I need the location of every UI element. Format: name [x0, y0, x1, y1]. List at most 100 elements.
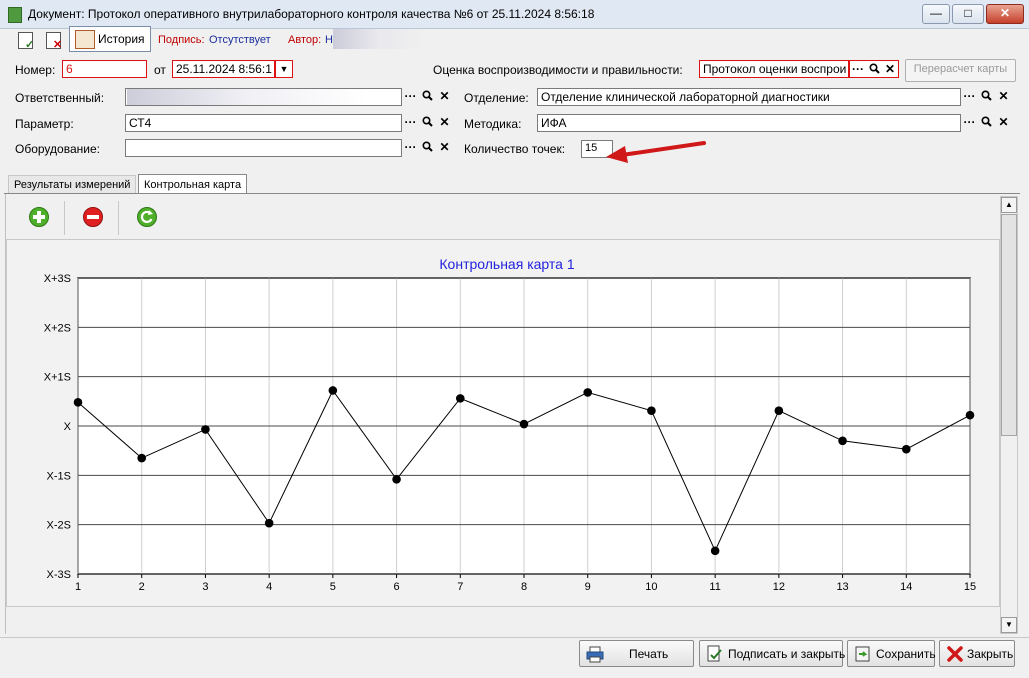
equipment-clear-icon[interactable]: ✕ [436, 139, 453, 157]
department-clear-icon[interactable]: ✕ [995, 88, 1012, 106]
toolbar-separator [64, 201, 65, 235]
assessment-search-icon[interactable] [866, 61, 882, 79]
data-point[interactable] [137, 453, 147, 463]
history-button-label: История [98, 32, 145, 46]
method-search-icon[interactable] [978, 114, 995, 132]
equipment-input[interactable] [125, 139, 402, 157]
signature-status: Отсутствует [209, 34, 271, 46]
data-point[interactable] [392, 474, 401, 484]
parameter-input[interactable]: СТ4 [125, 114, 402, 132]
close-window-button[interactable]: ✕ [986, 4, 1024, 24]
x-tick-label: 6 [394, 581, 400, 593]
y-tick-label: X-2S [47, 520, 71, 532]
x-tick-label: 9 [585, 581, 591, 593]
data-point[interactable] [455, 394, 465, 403]
data-point[interactable] [838, 436, 847, 446]
data-point[interactable] [583, 388, 593, 397]
department-more-icon[interactable]: ··· [961, 88, 978, 106]
y-tick-label: X+3S [44, 273, 71, 285]
y-tick-label: X-1S [47, 470, 71, 482]
scroll-up-arrow-icon[interactable]: ▲ [1001, 197, 1017, 213]
history-icon [75, 30, 95, 49]
remove-icon[interactable] [82, 206, 104, 228]
responsible-clear-icon[interactable]: ✕ [436, 88, 453, 106]
printer-icon [586, 646, 604, 663]
x-tick-label: 4 [266, 581, 272, 593]
equipment-label: Оборудование: [15, 142, 100, 156]
close-icon [947, 646, 963, 662]
responsible-redaction [127, 89, 367, 105]
parameter-clear-icon[interactable]: ✕ [436, 114, 453, 132]
signature-label: Подпись: [158, 34, 205, 46]
author-label: Автор: [288, 34, 322, 46]
red-arrow-annotation [606, 141, 706, 163]
parameter-search-icon[interactable] [419, 114, 436, 132]
window-title: Документ: Протокол оперативного внутрила… [28, 7, 595, 21]
x-tick-label: 8 [521, 581, 527, 593]
maximize-button[interactable]: □ [952, 4, 984, 24]
y-tick-label: X+2S [44, 322, 71, 334]
data-point[interactable] [201, 425, 210, 434]
close-button[interactable]: Закрыть [939, 640, 1015, 667]
data-point[interactable] [264, 518, 274, 528]
assessment-label: Оценка воспроизводимости и правильности: [433, 63, 683, 77]
save-button-label: Сохранить [876, 647, 936, 661]
sign-document-icon [707, 645, 722, 662]
tab-measurement-results[interactable]: Результаты измерений [8, 175, 137, 194]
assessment-more-icon[interactable]: ··· [850, 61, 866, 79]
scroll-down-arrow-icon[interactable]: ▼ [1001, 617, 1017, 633]
x-tick-label: 14 [900, 581, 912, 593]
date-dropdown-button[interactable]: ▼ [275, 60, 293, 78]
method-more-icon[interactable]: ··· [961, 114, 978, 132]
data-point[interactable] [965, 410, 975, 420]
responsible-search-icon[interactable] [419, 88, 436, 106]
y-tick-label: X+1S [44, 372, 71, 384]
data-point[interactable] [774, 406, 784, 416]
parameter-more-icon[interactable]: ··· [402, 114, 419, 132]
add-icon[interactable] [28, 206, 50, 228]
print-button[interactable]: Печать [579, 640, 694, 667]
data-point[interactable] [710, 546, 720, 556]
data-point[interactable] [328, 386, 338, 395]
x-tick-label: 2 [139, 581, 145, 593]
data-point[interactable] [519, 419, 529, 429]
assessment-clear-icon[interactable]: ✕ [882, 61, 898, 79]
method-label: Методика: [464, 117, 522, 131]
history-button[interactable]: История [69, 26, 151, 52]
sign-and-close-button[interactable]: Подписать и закрыть [699, 640, 846, 667]
method-clear-icon[interactable]: ✕ [995, 114, 1012, 132]
date-input[interactable]: 25.11.2024 8:56:1 [172, 60, 275, 78]
save-button[interactable]: Сохранить [847, 640, 936, 667]
assessment-input[interactable]: Протокол оценки воспрои [699, 60, 849, 78]
sign-and-close-label: Подписать и закрыть [728, 647, 846, 661]
equipment-more-icon[interactable]: ··· [402, 139, 419, 157]
x-tick-label: 10 [645, 581, 657, 593]
save-icon [855, 646, 870, 662]
close-button-label: Закрыть [967, 647, 1014, 661]
tab-control-chart[interactable]: Контрольная карта [138, 174, 248, 195]
parameter-label: Параметр: [15, 117, 74, 131]
minimize-button[interactable]: — [922, 4, 950, 24]
data-point[interactable] [73, 398, 83, 407]
responsible-more-icon[interactable]: ··· [402, 88, 419, 106]
print-button-label: Печать [629, 647, 669, 661]
data-point[interactable] [901, 444, 911, 454]
x-tick-label: 7 [457, 581, 463, 593]
chart-title: Контрольная карта 1 [439, 256, 574, 272]
chart-area: Контрольная карта 1 X-3S X-2S X-1S X X+1S X+2… [6, 239, 1000, 607]
data-point[interactable] [647, 406, 656, 416]
number-input[interactable]: 6 [62, 60, 147, 78]
unsign-document-icon[interactable]: ✕ [45, 30, 63, 51]
refresh-icon[interactable] [136, 206, 158, 228]
sign-document-icon[interactable]: ✓ [17, 30, 35, 51]
x-tick-label: 1 [75, 581, 81, 593]
equipment-search-icon[interactable] [419, 139, 436, 157]
control-chart: Контрольная карта 1 X-3S X-2S X-1S X X+1S X+2… [44, 256, 976, 593]
recalc-chart-button[interactable]: Перерасчет карты [905, 59, 1016, 82]
method-input[interactable]: ИФА [537, 114, 961, 132]
points-label: Количество точек: [464, 142, 566, 156]
scroll-thumb[interactable] [1001, 214, 1017, 436]
department-search-icon[interactable] [978, 88, 995, 106]
responsible-label: Ответственный: [15, 91, 105, 105]
department-input[interactable]: Отделение клинической лабораторной диагн… [537, 88, 961, 106]
